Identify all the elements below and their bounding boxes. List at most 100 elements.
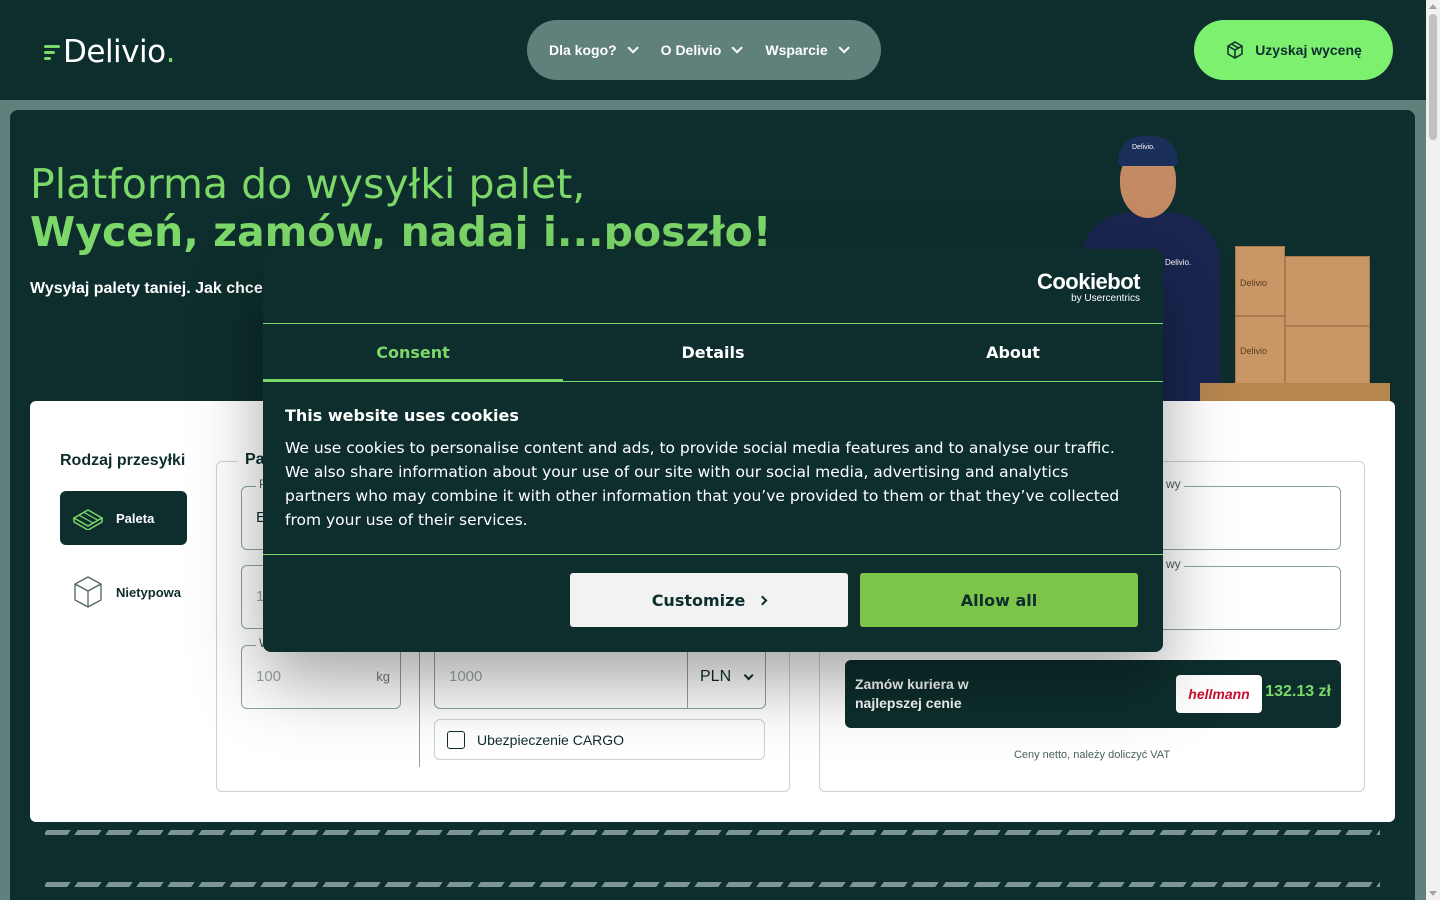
offer-price: 132.13 zł <box>1265 683 1331 700</box>
scrollbar-thumb[interactable] <box>1429 14 1437 140</box>
hero-title-line1: Platforma do wysyłki palet, <box>30 160 586 208</box>
dash-mark <box>1221 830 1249 835</box>
dash-mark <box>353 882 381 887</box>
decorative-dashes <box>45 830 1380 838</box>
offer-text: Zamów kuriera w najlepszej cenie <box>855 676 969 711</box>
scroll-down-arrow-icon[interactable] <box>1429 891 1437 896</box>
dash-mark <box>539 882 567 887</box>
chevron-right-icon <box>757 595 768 605</box>
dash-mark <box>570 882 598 887</box>
dash-mark <box>942 882 970 887</box>
dash-mark <box>136 830 164 835</box>
shipment-type-custom[interactable]: Nietypowa <box>60 565 187 619</box>
cargo-value-input[interactable]: 1000 PLN <box>434 645 766 709</box>
dash-mark <box>663 882 691 887</box>
tab-consent[interactable]: Consent <box>263 324 563 382</box>
logo[interactable]: Delivio. <box>44 34 175 70</box>
cargo-insurance-checkbox[interactable]: Ubezpieczenie CARGO <box>434 719 765 760</box>
dash-mark <box>1345 830 1373 835</box>
dash-mark <box>632 830 660 835</box>
dash-mark <box>973 830 1001 835</box>
dash-mark <box>632 882 660 887</box>
dash-mark <box>1128 882 1156 887</box>
nav-label: Dla kogo? <box>549 42 617 58</box>
dash-mark <box>322 830 350 835</box>
dash-mark <box>74 882 102 887</box>
nav-item-wsparcie[interactable]: Wsparcie <box>765 42 850 58</box>
customize-button[interactable]: Customize <box>570 573 848 627</box>
dash-mark <box>818 882 846 887</box>
cookie-tabs: Consent Details About <box>263 323 1163 382</box>
chevron-down-icon <box>743 669 754 680</box>
field-label: wy <box>1163 477 1184 491</box>
courier-cap <box>1118 136 1178 166</box>
cookiebot-logo-text: Cookiebot <box>1036 269 1141 294</box>
cookie-consent-dialog: Cookiebot by Usercentrics Consent Detail… <box>263 249 1163 652</box>
dash-mark <box>725 830 753 835</box>
dash-mark <box>880 830 908 835</box>
dash-mark <box>787 882 815 887</box>
shipment-type-pallet[interactable]: Paleta <box>60 491 187 545</box>
dash-mark <box>291 882 319 887</box>
tab-details[interactable]: Details <box>563 324 863 381</box>
scroll-up-arrow-icon[interactable] <box>1429 4 1437 9</box>
dash-mark <box>942 830 970 835</box>
dash-mark <box>1159 882 1187 887</box>
dash-mark <box>229 882 257 887</box>
dash-mark <box>1190 830 1218 835</box>
dash-mark <box>911 830 939 835</box>
dash-mark <box>1190 882 1218 887</box>
cookie-body-text: We use cookies to personalise content an… <box>285 439 1120 529</box>
dash-mark <box>1097 882 1125 887</box>
dash-mark <box>167 830 195 835</box>
get-quote-button[interactable]: Uzyskaj wycenę <box>1194 20 1393 80</box>
pallet-icon <box>72 509 104 530</box>
weight-input[interactable]: W 100 kg <box>241 636 401 709</box>
dash-mark <box>1252 882 1280 887</box>
dash-mark <box>1004 882 1032 887</box>
dash-mark <box>45 882 71 887</box>
allow-all-button[interactable]: Allow all <box>860 573 1138 627</box>
dash-mark <box>477 882 505 887</box>
field-label: wy <box>1163 557 1184 571</box>
dash-mark <box>446 882 474 887</box>
package-icon <box>1227 41 1243 59</box>
dash-mark <box>260 882 288 887</box>
checkbox[interactable] <box>447 730 465 749</box>
dash-mark <box>136 882 164 887</box>
dash-mark <box>415 830 443 835</box>
cookiebot-logo: Cookiebot by Usercentrics <box>1036 269 1141 304</box>
dash-mark <box>694 882 722 887</box>
dash-mark <box>198 830 226 835</box>
dash-mark <box>570 830 598 835</box>
carrier-name: hellmann <box>1188 686 1250 702</box>
dash-mark <box>229 830 257 835</box>
chevron-down-icon <box>731 42 744 54</box>
dash-mark <box>1004 830 1032 835</box>
shipment-type-label: Nietypowa <box>116 584 182 600</box>
dash-mark <box>1283 882 1311 887</box>
courier-offer[interactable]: Zamów kuriera w najlepszej cenie hellman… <box>845 660 1341 728</box>
dash-mark <box>694 830 722 835</box>
pallet <box>1200 383 1390 403</box>
dash-mark <box>1128 830 1156 835</box>
page-scrollbar[interactable] <box>1426 0 1440 900</box>
dash-mark <box>1097 830 1125 835</box>
nav-label: Wsparcie <box>765 42 828 58</box>
dash-mark <box>1345 882 1373 887</box>
nav-item-o-delivio[interactable]: O Delivio <box>661 42 744 58</box>
netto-note: Ceny netto, należy doliczyć VAT <box>1013 749 1171 761</box>
dash-mark <box>601 830 629 835</box>
nav-item-dla-kogo[interactable]: Dla kogo? <box>549 42 639 58</box>
dash-mark <box>45 830 71 835</box>
dash-mark <box>1066 882 1094 887</box>
dash-mark <box>1221 882 1249 887</box>
divider <box>419 644 420 767</box>
dash-mark <box>1159 830 1187 835</box>
hero-subtitle: Wysyłaj palety taniej. Jak chces <box>30 280 272 297</box>
currency-select[interactable]: PLN <box>687 646 765 708</box>
shipment-type-label: Paleta <box>116 510 155 526</box>
tab-about[interactable]: About <box>863 324 1163 381</box>
dash-mark <box>1376 830 1380 835</box>
dash-mark <box>477 830 505 835</box>
